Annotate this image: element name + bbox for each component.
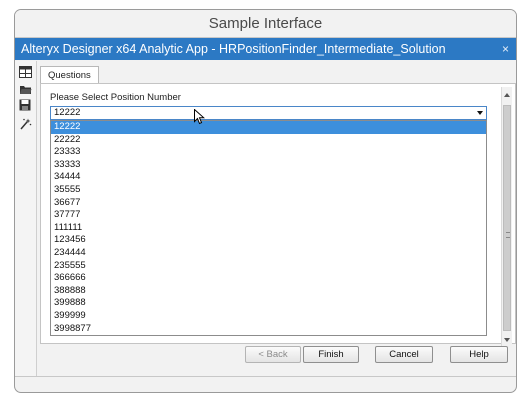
dropdown-option[interactable]: 399888 (51, 297, 486, 310)
outer-window: Sample Interface Alteryx Designer x64 An… (14, 9, 517, 393)
left-toolbar (15, 61, 37, 376)
dropdown-option[interactable]: 12222 (51, 121, 486, 134)
dropdown-option[interactable]: 37777 (51, 209, 486, 222)
select-current-value: 12222 (54, 107, 81, 118)
dropdown-option[interactable]: 234444 (51, 247, 486, 260)
magic-wand-icon[interactable] (19, 118, 32, 130)
app-title: Alteryx Designer x64 Analytic App - HRPo… (21, 42, 446, 56)
dropdown-option[interactable]: 22222 (51, 134, 486, 147)
dropdown-option[interactable]: 388888 (51, 285, 486, 298)
table-icon[interactable] (19, 66, 32, 78)
dropdown-option[interactable]: 35555 (51, 184, 486, 197)
grip-icon (506, 232, 510, 238)
back-button[interactable]: < Back (245, 346, 301, 363)
questions-panel: Please Select Position Number 12222 1222… (40, 83, 516, 344)
dropdown-option[interactable]: 111111 (51, 222, 486, 235)
chevron-down-icon[interactable] (477, 111, 483, 115)
cancel-button[interactable]: Cancel (375, 346, 433, 363)
tab-strip: Questions (40, 65, 99, 85)
position-number-select[interactable]: 12222 (50, 106, 487, 120)
scroll-up-icon[interactable] (504, 93, 510, 97)
dropdown-option[interactable]: 366666 (51, 272, 486, 285)
mouse-pointer-icon (194, 108, 206, 130)
save-icon[interactable] (19, 99, 32, 111)
dropdown-option[interactable]: 36677 (51, 197, 486, 210)
position-number-dropdown-list: 12222 22222 23333 33333 34444 35555 3667… (50, 120, 487, 336)
dropdown-option[interactable]: 235555 (51, 260, 486, 273)
dropdown-option[interactable]: 33333 (51, 159, 486, 172)
dropdown-option[interactable]: 3998877 (51, 323, 486, 336)
close-icon[interactable]: × (502, 38, 509, 60)
vertical-scrollbar[interactable] (501, 87, 512, 348)
dropdown-option[interactable]: 399999 (51, 310, 486, 323)
help-button[interactable]: Help (450, 346, 508, 363)
open-folder-icon[interactable] (19, 83, 32, 95)
footer-divider (15, 376, 516, 377)
outer-window-title: Sample Interface (15, 10, 516, 38)
scroll-down-icon[interactable] (504, 338, 510, 342)
app-title-bar: Alteryx Designer x64 Analytic App - HRPo… (15, 38, 516, 60)
dropdown-option[interactable]: 34444 (51, 171, 486, 184)
scrollbar-thumb[interactable] (503, 105, 511, 331)
position-number-label: Please Select Position Number (50, 92, 181, 103)
finish-button[interactable]: Finish (303, 346, 359, 363)
dropdown-option[interactable]: 23333 (51, 146, 486, 159)
dropdown-option[interactable]: 123456 (51, 234, 486, 247)
